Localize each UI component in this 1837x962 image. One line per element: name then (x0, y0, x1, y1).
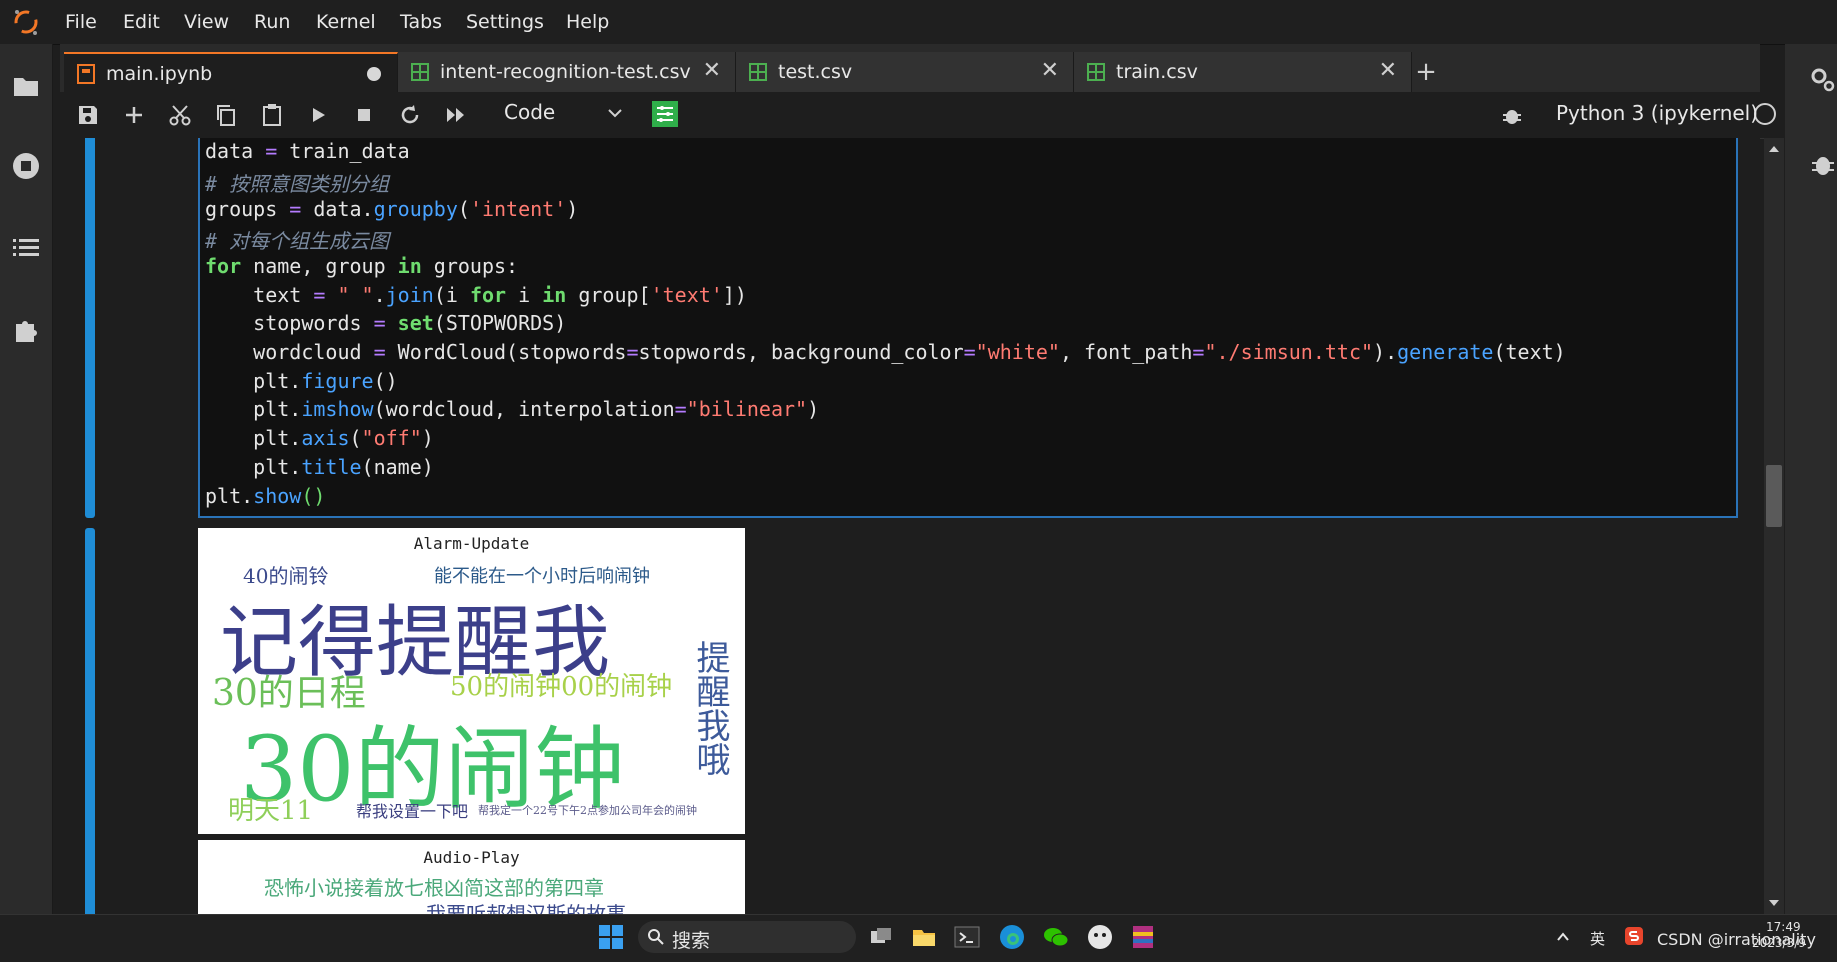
spreadsheet-icon (1087, 63, 1105, 81)
debugger-bug-icon[interactable] (1500, 103, 1524, 127)
tab-label: intent-recognition-test.csv (440, 61, 691, 83)
new-tab-plus-icon[interactable]: + (1406, 52, 1446, 92)
menu-help[interactable]: Help (566, 11, 609, 33)
taskbar-search-box[interactable] (638, 921, 856, 953)
menu-bar: File Edit View Run Kernel Tabs Settings … (0, 0, 1837, 45)
scroll-down-arrow-icon[interactable] (1766, 896, 1782, 910)
close-tab-icon[interactable]: ✕ (703, 60, 721, 82)
taskbar-clock-date[interactable]: 2023/3/9 (1752, 936, 1806, 950)
tab-train-csv[interactable]: train.csv ✕ (1074, 52, 1412, 92)
cell-collapser[interactable] (85, 138, 95, 518)
task-view-icon[interactable] (868, 924, 894, 950)
extension-manager-icon[interactable] (8, 312, 44, 348)
wordcloud-title: Alarm-Update (413, 534, 530, 553)
search-icon (648, 929, 664, 945)
input-language-indicator[interactable]: 英 (1590, 928, 1605, 949)
code-line: data = train_data (205, 139, 410, 163)
left-sidebar (0, 44, 53, 914)
restart-run-all-fast-forward-icon[interactable] (442, 101, 470, 129)
wordcloud-word: 恐怖小说接着放七根凶简这部的第四章 (264, 876, 604, 900)
tab-bar: main.ipynb intent-recognition-test.csv ✕… (60, 44, 1760, 92)
tab-test-csv[interactable]: test.csv ✕ (736, 52, 1074, 92)
kernel-name[interactable]: Python 3 (ipykernel) (1556, 101, 1758, 125)
scroll-up-arrow-icon[interactable] (1766, 142, 1782, 156)
code-line: wordcloud = WordCloud(stopwords=stopword… (205, 340, 1566, 364)
stop-square-icon[interactable] (350, 101, 378, 129)
code-line: plt.title(name) (205, 455, 434, 479)
code-line: plt.axis("off") (205, 426, 434, 450)
running-kernels-icon[interactable] (8, 148, 44, 184)
scrollbar-thumb[interactable] (1766, 465, 1782, 527)
sogou-input-icon[interactable] (1624, 926, 1644, 946)
menu-file[interactable]: File (65, 11, 97, 33)
wordcloud-output-image: Audio-Play 恐怖小说接着放七根凶简这部的第四章 我要听郝想汉斯的故事 (198, 840, 745, 914)
debugger-bug-icon[interactable] (1809, 150, 1837, 178)
terminal-icon[interactable] (954, 924, 980, 950)
menu-settings[interactable]: Settings (466, 11, 544, 33)
code-comment-line: # 按照意图类别分组 (205, 172, 390, 196)
run-play-icon[interactable] (304, 101, 332, 129)
paste-clipboard-icon[interactable] (258, 101, 286, 129)
edge-browser-icon[interactable] (997, 922, 1027, 952)
taskbar-clock-time[interactable]: 17:49 (1766, 920, 1801, 934)
winrar-icon[interactable] (1130, 924, 1156, 950)
wordcloud-word: 提醒我哦 (690, 640, 730, 776)
right-sidebar (1785, 44, 1837, 914)
notebook-icon (77, 64, 95, 84)
menu-kernel[interactable]: Kernel (316, 11, 376, 33)
folder-icon[interactable] (8, 68, 44, 104)
menu-view[interactable]: View (184, 11, 229, 33)
jupyter-logo-icon (14, 10, 38, 35)
code-line: plt.figure() (205, 369, 398, 393)
wordcloud-word: 明天11 (228, 796, 314, 826)
copy-icon[interactable] (212, 101, 240, 129)
table-of-contents-icon[interactable] (8, 230, 44, 266)
insert-cell-plus-icon[interactable] (120, 101, 148, 129)
code-line: plt.show() (205, 484, 326, 508)
wordcloud-word: 帮我设置一下吧 (356, 802, 469, 821)
wordcloud-word: 我要听郝想汉斯的故事 (426, 902, 626, 914)
output-collapser[interactable] (85, 528, 95, 918)
wordcloud-title: Audio-Play (423, 848, 520, 867)
wordcloud-output-image: Alarm-Update 40的闹铃 能不能在一个小时后响闹钟 记得提醒我 30… (198, 528, 745, 834)
menu-tabs[interactable]: Tabs (400, 11, 442, 33)
tab-label: train.csv (1116, 61, 1198, 83)
close-tab-icon[interactable]: ✕ (1379, 60, 1397, 82)
save-icon[interactable] (74, 101, 102, 129)
tab-label: main.ipynb (106, 63, 213, 85)
windows-start-icon[interactable] (598, 924, 624, 950)
cut-scissors-icon[interactable] (166, 101, 194, 129)
taskbar-search-text: 搜索 (672, 930, 711, 952)
file-explorer-icon[interactable] (911, 924, 937, 950)
property-inspector-gear-icon[interactable] (1809, 66, 1837, 94)
code-line: text = " ".join(i for i in group['text']… (205, 283, 747, 307)
close-tab-icon[interactable]: ✕ (1041, 60, 1059, 82)
code-comment-line: # 对每个组生成云图 (205, 229, 390, 253)
spreadsheet-icon (411, 63, 429, 81)
tab-main-ipynb[interactable]: main.ipynb (64, 52, 398, 92)
cell-type-dropdown[interactable]: Code (504, 100, 555, 124)
menu-run[interactable]: Run (254, 11, 290, 33)
menu-edit[interactable]: Edit (123, 11, 160, 33)
restart-kernel-icon[interactable] (396, 101, 424, 129)
code-line: stopwords = set(STOPWORDS) (205, 311, 567, 335)
code-line: for name, group in groups: (205, 254, 519, 278)
wordcloud-word: 帮我定一个22号下午2点参加公司年会的闹钟 (478, 804, 697, 817)
code-line: plt.imshow(wordcloud, interpolation="bil… (205, 397, 820, 421)
cell-toolbar-settings-icon[interactable] (652, 101, 678, 127)
notebook-toolbar (60, 92, 1776, 139)
chevron-up-icon[interactable] (1556, 930, 1570, 944)
spreadsheet-icon (749, 63, 767, 81)
unsaved-indicator-icon[interactable] (367, 67, 381, 81)
chevron-down-icon[interactable] (606, 104, 624, 122)
code-line: groups = data.groupby('intent') (205, 197, 579, 221)
app-avatar-icon[interactable] (1085, 922, 1115, 952)
tab-label: test.csv (778, 61, 853, 83)
tab-intent-recognition-test-csv[interactable]: intent-recognition-test.csv ✕ (398, 52, 736, 92)
wechat-icon[interactable] (1042, 924, 1070, 950)
